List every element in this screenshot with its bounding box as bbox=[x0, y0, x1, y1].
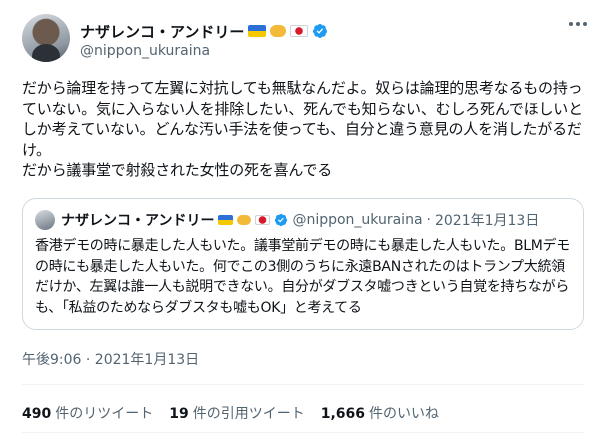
author-name-row: ナザレンコ・アンドリー bbox=[80, 21, 328, 41]
retweets-count: 490 bbox=[22, 406, 52, 422]
quoted-author-avatar bbox=[35, 210, 55, 230]
quotes-label: 件の引用ツイート bbox=[192, 406, 305, 422]
ukraine-flag-icon bbox=[248, 25, 267, 37]
tweet-timestamp[interactable]: 午後9:06 · 2021年1月13日 bbox=[22, 349, 199, 369]
quoted-tweet-text: 香港デモの時に暴走した人もいた。議事堂前デモの時にも暴走した人もいた。BLMデモ… bbox=[35, 238, 570, 316]
quotes-count: 19 bbox=[169, 406, 189, 422]
divider bbox=[22, 384, 584, 385]
quoted-author-name: ナザレンコ・アンドリー bbox=[61, 213, 215, 229]
more-options-icon[interactable] bbox=[569, 22, 587, 26]
handshake-icon bbox=[237, 215, 252, 225]
author-display-name[interactable]: ナザレンコ・アンドリー bbox=[80, 21, 244, 42]
quoted-date: 2021年1月13日 bbox=[434, 213, 540, 229]
retweets-stat[interactable]: 490 件のリツイート bbox=[22, 403, 153, 423]
ukraine-flag-icon bbox=[218, 215, 234, 225]
retweets-label: 件のリツイート bbox=[55, 406, 154, 422]
author-handle[interactable]: @nippon_ukuraina bbox=[80, 43, 210, 59]
japan-flag-icon bbox=[255, 215, 271, 225]
likes-count: 1,666 bbox=[320, 406, 366, 422]
verified-badge-icon bbox=[313, 24, 328, 38]
tweet-text: だから論理を持って左翼に対抗しても無駄なんだよ。奴らは論理的思考なるもの持ってい… bbox=[22, 79, 583, 179]
japan-flag-icon bbox=[290, 25, 309, 37]
verified-badge-icon bbox=[275, 213, 288, 227]
quoted-separator: · bbox=[426, 212, 431, 228]
likes-stat[interactable]: 1,666 件のいいね bbox=[321, 403, 439, 423]
engagement-stats: 490 件のリツイート 19 件の引用ツイート 1,666 件のいいね bbox=[22, 403, 439, 423]
quoted-tweet-header: ナザレンコ・アンドリー @nippon_ukuraina · 2021年1月13… bbox=[61, 211, 539, 229]
quoted-tweet-card[interactable]: ナザレンコ・アンドリー @nippon_ukuraina · 2021年1月13… bbox=[22, 198, 584, 330]
quotes-stat[interactable]: 19 件の引用ツイート bbox=[169, 403, 304, 423]
likes-label: 件のいいね bbox=[369, 406, 440, 422]
quoted-author-handle: @nippon_ukuraina bbox=[292, 212, 423, 228]
divider bbox=[22, 432, 584, 433]
author-avatar[interactable] bbox=[22, 14, 70, 62]
handshake-icon bbox=[270, 25, 287, 37]
